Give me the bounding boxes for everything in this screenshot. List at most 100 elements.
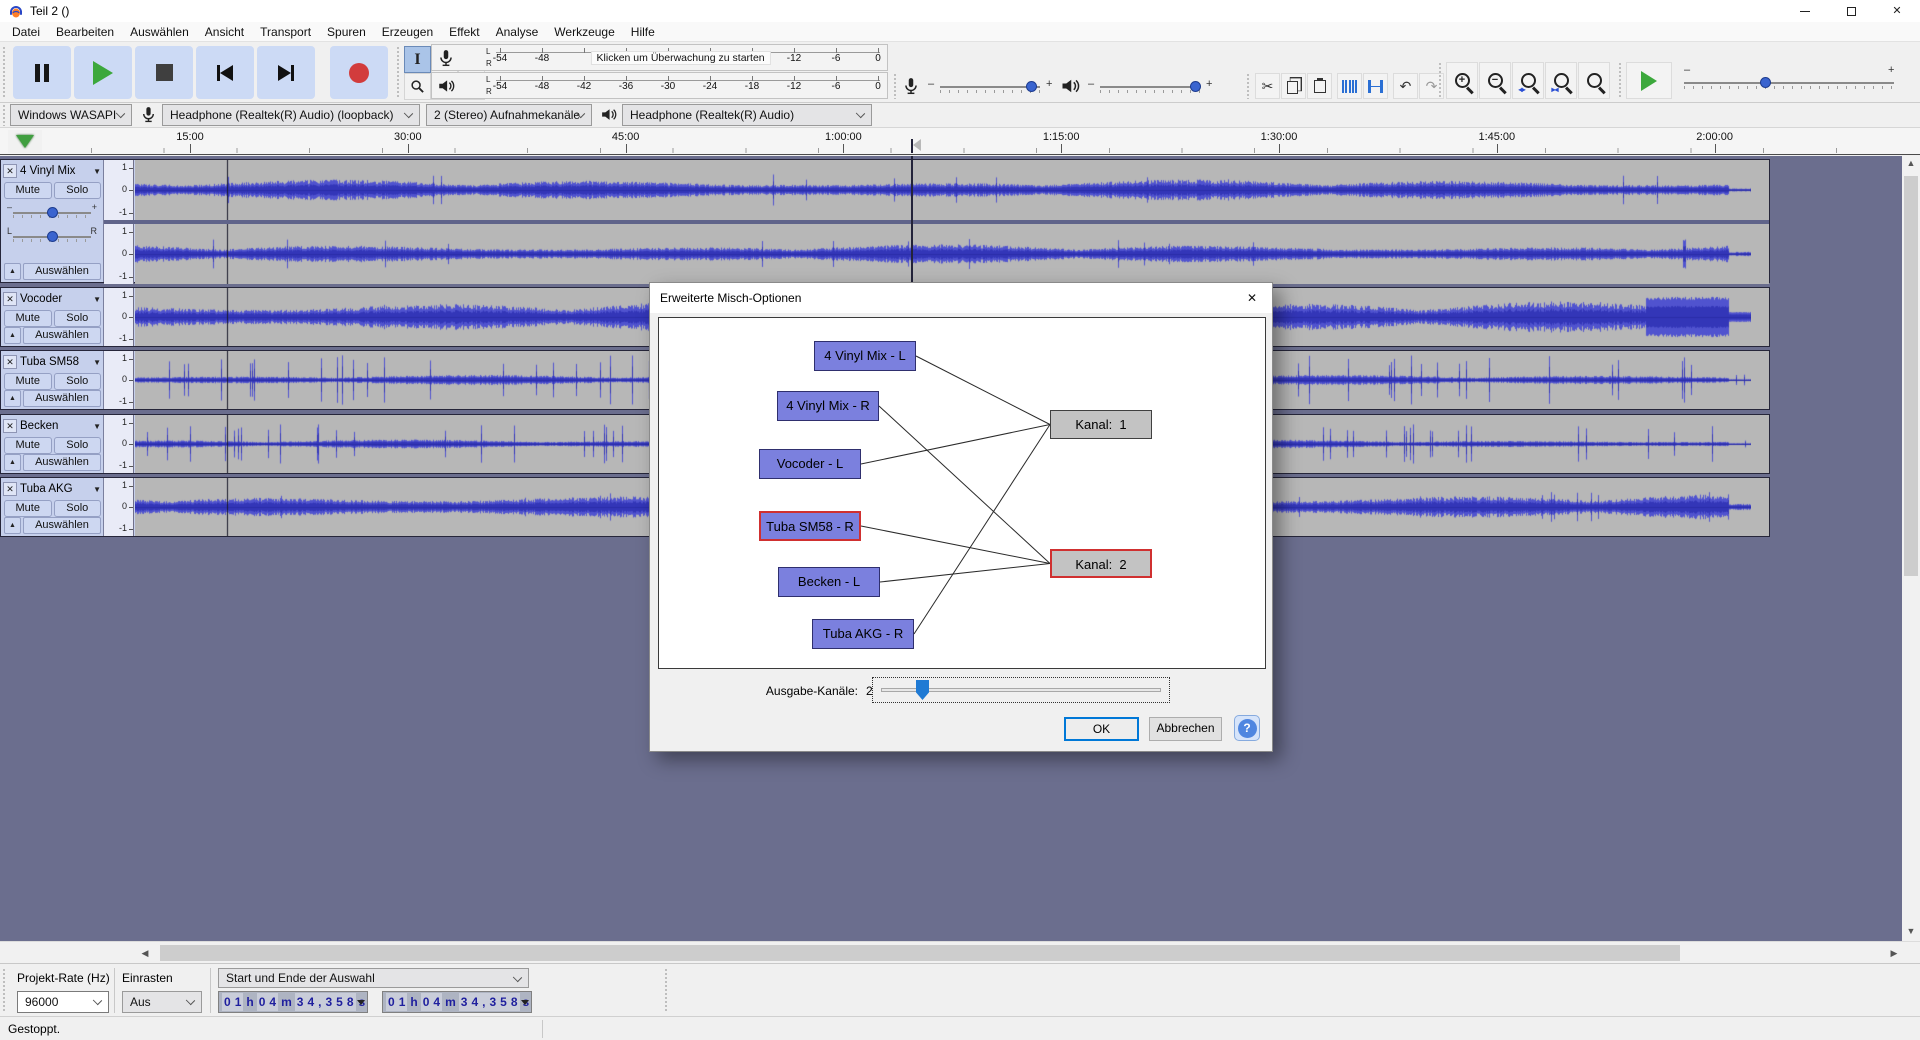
skip-to-end-button[interactable] (257, 46, 315, 99)
waveform-clip[interactable] (135, 224, 1769, 284)
track-menu-icon[interactable]: ▼ (93, 167, 101, 176)
track-menu-icon[interactable]: ▼ (93, 422, 101, 431)
collapse-track-button[interactable]: ▲ (4, 517, 21, 534)
select-track-button[interactable]: Auswählen (23, 327, 101, 344)
track-menu-icon[interactable]: ▼ (93, 295, 101, 304)
scroll-left-arrow[interactable]: ◀ (137, 948, 153, 959)
zoom-fit-button[interactable]: ▸◂ (1545, 62, 1577, 99)
playback-meter[interactable]: LR -54 -48 -42 -36 -30 -24 -18 -12 -6 0 (431, 72, 888, 99)
audio-host-select[interactable]: Windows WASAPI (10, 104, 132, 126)
scroll-up-arrow[interactable]: ▲ (1902, 158, 1920, 168)
trim-audio-button[interactable] (1337, 73, 1362, 99)
ok-button[interactable]: OK (1064, 717, 1139, 741)
stop-button[interactable] (135, 46, 193, 99)
project-rate-select[interactable]: 96000 (17, 991, 109, 1013)
solo-button[interactable]: Solo (53, 310, 101, 327)
output-channels-slider-thumb[interactable] (916, 680, 929, 700)
select-track-button[interactable]: Auswählen (23, 390, 101, 407)
transport-toolbar-grip[interactable] (2, 46, 7, 99)
horizontal-scroll-thumb[interactable] (160, 945, 1680, 961)
time-digit[interactable]: 1 (396, 993, 408, 1011)
zoom-selection-button[interactable]: ◂▸ (1512, 62, 1544, 99)
paste-button[interactable] (1307, 73, 1332, 99)
waveform-canvas[interactable] (135, 160, 1751, 220)
pan-thumb[interactable] (47, 231, 58, 242)
time-digit[interactable]: h (409, 995, 418, 1009)
select-track-button[interactable]: Auswählen (23, 263, 101, 280)
close-button[interactable]: ✕ (1874, 0, 1920, 22)
play-speed-slider[interactable] (1684, 82, 1894, 84)
timeline-ruler[interactable]: 15:00 30:00 45:00 1:00:00 1:15:00 1:30:00 1:45… (0, 128, 1920, 155)
time-digit[interactable]: 5 (334, 993, 345, 1011)
selection-tool-button[interactable]: I (404, 46, 431, 73)
zoom-tool-button[interactable] (404, 73, 431, 100)
time-digit[interactable]: h (245, 995, 254, 1009)
scroll-down-arrow[interactable]: ▼ (1902, 926, 1920, 936)
maximize-button[interactable] (1828, 0, 1874, 22)
solo-button[interactable]: Solo (53, 182, 101, 199)
record-volume-slider[interactable] (940, 86, 1040, 88)
recording-device-select[interactable]: Headphone (Realtek(R) Audio) (loopback) (162, 104, 420, 126)
collapse-track-button[interactable]: ▲ (4, 327, 21, 344)
track-name[interactable]: Vocoder (20, 293, 90, 305)
menu-item[interactable]: Effekt (441, 22, 487, 42)
pause-button[interactable] (13, 46, 71, 99)
mixer-graph-panel[interactable]: 4 Vinyl Mix - L 4 Vinyl Mix - R Vocoder - … (658, 317, 1266, 669)
recording-channels-select[interactable]: 2 (Stereo) Aufnahmekanäle (426, 104, 592, 126)
select-track-button[interactable]: Auswählen (23, 517, 101, 534)
time-digit[interactable]: 4 (305, 993, 317, 1011)
selection-range-select[interactable]: Start und Ende der Auswahl (218, 968, 529, 988)
cut-button[interactable]: ✂ (1255, 73, 1280, 99)
dialog-close-button[interactable]: ✕ (1232, 283, 1272, 313)
help-button[interactable]: ? (1234, 715, 1260, 741)
collapse-track-button[interactable]: ▲ (4, 263, 21, 280)
menu-item[interactable]: Transport (252, 22, 319, 42)
playback-device-select[interactable]: Headphone (Realtek(R) Audio) (622, 104, 872, 126)
time-digit[interactable]: 3 (487, 993, 499, 1011)
mute-button[interactable]: Mute (4, 310, 52, 327)
gain-thumb[interactable] (47, 207, 58, 218)
menu-item[interactable]: Datei (4, 22, 48, 42)
vertical-scrollbar[interactable]: ▲ ▼ (1902, 156, 1920, 941)
copy-button[interactable] (1281, 73, 1306, 99)
play-at-speed-grip[interactable] (1618, 62, 1623, 99)
ruler[interactable]: 15:00 30:00 45:00 1:00:00 1:15:00 1:30:00 1:45… (47, 128, 1902, 154)
play-button[interactable] (74, 46, 132, 99)
mute-button[interactable]: Mute (4, 500, 52, 517)
record-volume-thumb[interactable] (1026, 81, 1037, 92)
solo-button[interactable]: Solo (53, 500, 101, 517)
recording-meter[interactable]: LR -54 -48 -12 -6 0 Klicken um Überwachung zu… (431, 44, 888, 71)
output-channels-slider[interactable] (872, 677, 1170, 703)
close-track-button[interactable]: ✕ (3, 419, 17, 433)
menu-item[interactable]: Bearbeiten (48, 22, 122, 42)
close-track-button[interactable]: ✕ (3, 355, 17, 369)
track-name[interactable]: Becken (20, 420, 90, 432)
selection-toolbar-grip[interactable] (2, 968, 7, 1013)
close-track-button[interactable]: ✕ (3, 482, 17, 496)
mixer-track-node[interactable]: 4 Vinyl Mix - R (777, 391, 879, 421)
playback-volume-thumb[interactable] (1190, 81, 1201, 92)
zoom-in-button[interactable]: + (1446, 62, 1478, 99)
zoom-toggle-button[interactable] (1578, 62, 1610, 99)
cancel-button[interactable]: Abbrechen (1149, 717, 1222, 741)
close-track-button[interactable]: ✕ (3, 292, 17, 306)
skip-to-start-button[interactable] (196, 46, 254, 99)
snap-select[interactable]: Aus (122, 991, 202, 1013)
gain-slider[interactable]: ‒ + (5, 202, 99, 222)
time-digit[interactable]: 8 (344, 993, 356, 1011)
time-digit[interactable]: 0 (222, 993, 233, 1011)
vertical-scroll-thumb[interactable] (1904, 176, 1918, 576)
time-digit[interactable]: 3 (323, 993, 335, 1011)
time-digit[interactable]: 3 (458, 993, 470, 1011)
time-digit[interactable]: 0 (386, 993, 397, 1011)
time-digit[interactable]: 4 (469, 993, 481, 1011)
selection-start-field[interactable]: 01 h 04 m 34,358 s (218, 991, 368, 1013)
waveform-clip[interactable] (135, 160, 1769, 220)
menu-item[interactable]: Erzeugen (374, 22, 441, 42)
minimize-button[interactable] (1782, 0, 1828, 22)
track-name[interactable]: Tuba AKG (20, 483, 90, 495)
time-digit[interactable]: , (316, 993, 324, 1011)
time-digit[interactable]: 4 (267, 993, 279, 1011)
solo-button[interactable]: Solo (53, 437, 101, 454)
time-digit[interactable]: 3 (294, 993, 306, 1011)
